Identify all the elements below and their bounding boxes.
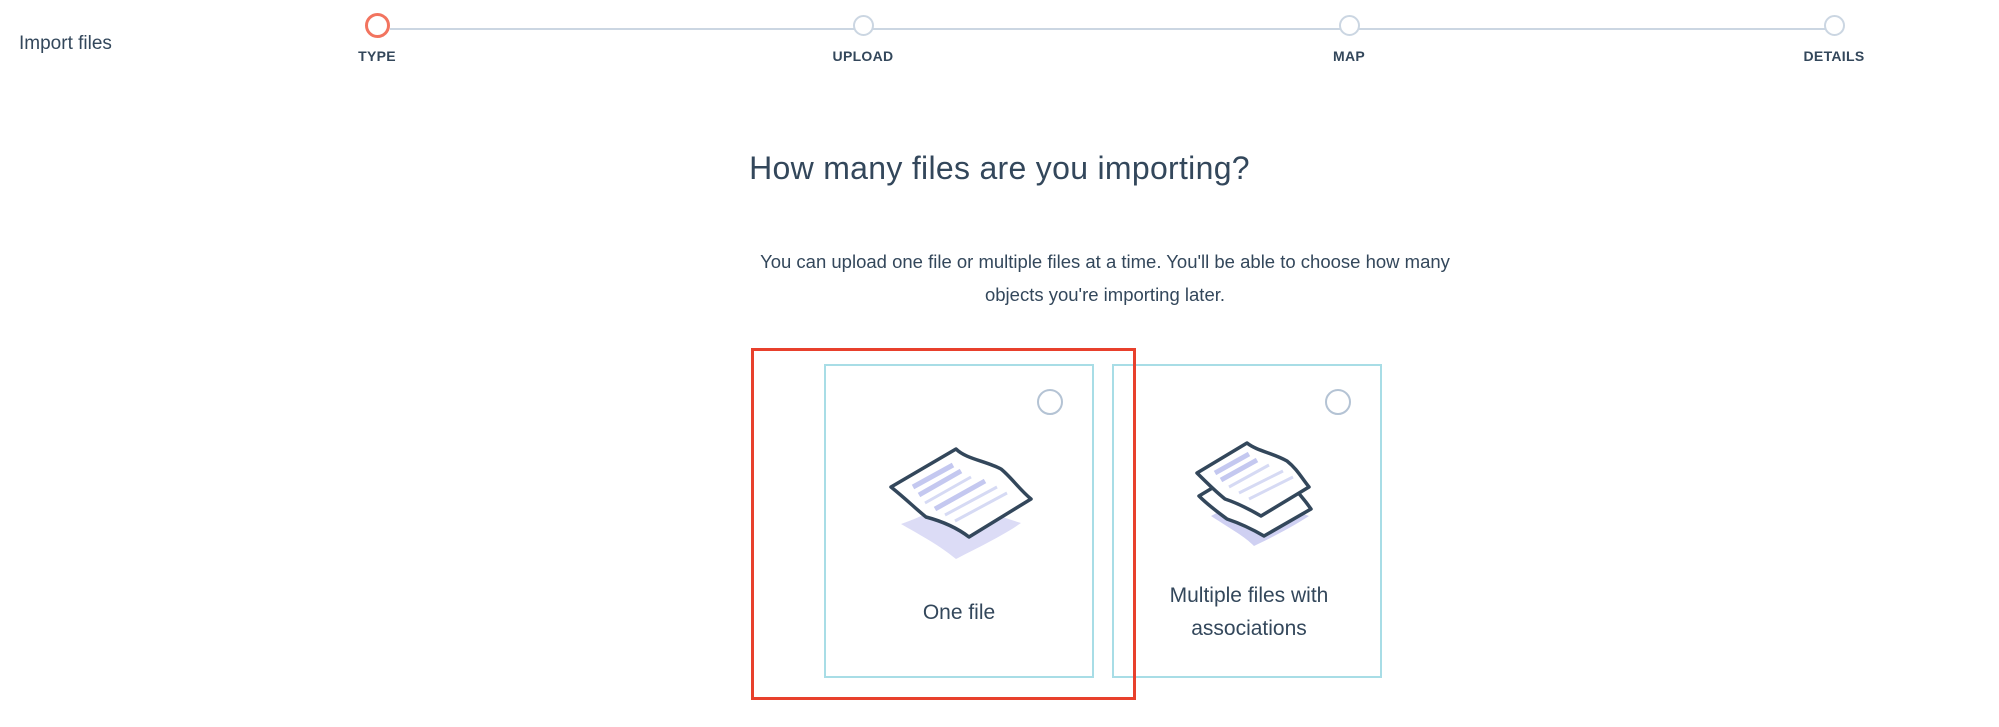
option-one-file-label: One file [922, 601, 996, 624]
step-upload-label: UPLOAD [832, 48, 894, 64]
step-map[interactable]: MAP [1279, 15, 1419, 64]
option-multiple-files-label: Multiple files with associations [1169, 584, 1329, 640]
step-upload[interactable]: UPLOAD [793, 15, 933, 64]
step-type[interactable]: TYPE [307, 13, 447, 64]
step-details-indicator-icon [1823, 15, 1845, 36]
import-description: You can upload one file or multiple file… [760, 251, 1450, 305]
import-question-heading: How many files are you importing? [749, 150, 1250, 186]
step-details-label: DETAILS [1803, 48, 1865, 64]
import-page: Import files TYPE UPLOAD MAP DETAILS How… [0, 0, 1999, 727]
option-one-file-card[interactable]: One file [824, 364, 1094, 678]
step-type-indicator-icon [364, 13, 390, 38]
step-map-indicator-icon [1338, 15, 1360, 36]
stepper-track [390, 28, 1840, 30]
single-file-icon [889, 447, 1033, 559]
step-type-label: TYPE [358, 48, 396, 64]
import-stepper: TYPE UPLOAD MAP DETAILS [0, 0, 1999, 90]
option-multiple-files-radio[interactable] [1325, 389, 1351, 415]
option-one-file-radio[interactable] [1037, 389, 1063, 415]
step-details[interactable]: DETAILS [1764, 15, 1904, 64]
option-multiple-files-card[interactable]: Multiple files with associations [1112, 364, 1382, 678]
step-map-label: MAP [1332, 48, 1365, 64]
multiple-files-icon [1195, 441, 1313, 546]
step-upload-indicator-icon [852, 15, 874, 36]
